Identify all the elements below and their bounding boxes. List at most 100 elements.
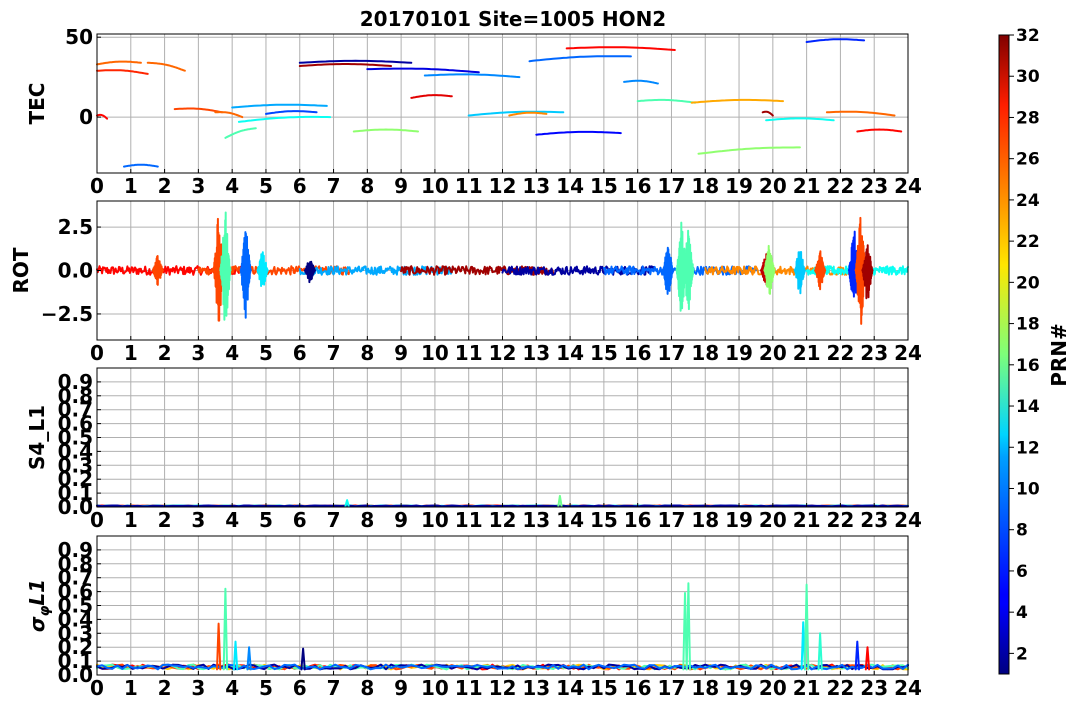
x-tick-label: 19	[725, 508, 753, 532]
rot-event-prn-26	[814, 250, 827, 291]
tec-series-prn-29	[410, 94, 453, 99]
colorbar-tick-label: 18	[1016, 315, 1040, 335]
colorbar-tick-label: 10	[1016, 479, 1040, 499]
x-tick-label: 6	[293, 676, 307, 700]
x-tick-label: 6	[293, 174, 307, 198]
panel-3: 0 1 2 3 4 5 6 7 8 9 10 11 12 13 14 15 16 17 18 19 20 21 22 23 24…	[25, 367, 922, 532]
colorbar-tick-label: 20	[1016, 273, 1040, 293]
rot-event-prn-1	[303, 260, 316, 284]
x-tick-label: 14	[556, 174, 584, 198]
x-tick-label: 5	[259, 174, 273, 198]
colorbar-tick-label: 14	[1016, 397, 1040, 417]
colorbar-tick-label: 28	[1016, 108, 1040, 128]
tec-series-prn-7	[265, 110, 318, 115]
tec-series-prn-25	[825, 110, 896, 117]
x-tick-label: 23	[860, 341, 888, 365]
x-tick-label: 16	[624, 676, 652, 700]
colorbar-tick-label: 4	[1016, 603, 1028, 623]
y-tick-label: 0.9	[58, 538, 93, 562]
x-tick-label: 7	[327, 341, 341, 365]
x-tick-label: 22	[826, 508, 854, 532]
x-tick-label: 11	[455, 508, 483, 532]
y-tick-label: 0.0	[58, 259, 93, 283]
x-tick-label: 20	[759, 174, 787, 198]
y-tick-label: 2.5	[58, 215, 93, 239]
x-tick-label: 18	[691, 508, 719, 532]
x-tick-label: 20	[759, 676, 787, 700]
x-tick-label: 8	[360, 508, 374, 532]
x-tick-label: 24	[894, 508, 922, 532]
x-tick-label: 0	[90, 341, 104, 365]
x-tick-label: 15	[590, 676, 618, 700]
tec-series-prn-13	[237, 115, 332, 123]
tec-series-prn-24	[508, 111, 548, 117]
tec-series-prn-28	[856, 128, 903, 133]
colorbar-tick-label: 24	[1016, 191, 1040, 211]
y-tick-label: 0	[79, 105, 93, 129]
y-ticks: 0.00.10.20.30.40.50.60.70.80.9	[58, 538, 101, 687]
x-tick-label: 16	[624, 508, 652, 532]
colorbar-tick-label: 16	[1016, 356, 1040, 376]
rot-event-prn-15	[682, 229, 695, 311]
x-tick-label: 22	[826, 676, 854, 700]
x-tick-label: 11	[455, 341, 483, 365]
tec-series-prn-4	[366, 67, 480, 74]
tec-series-prn-15	[224, 127, 257, 139]
spike-prn-14	[817, 632, 823, 671]
x-tick-label: 4	[225, 174, 239, 198]
x-tick-label: 17	[658, 341, 686, 365]
tec-series-prn-15	[636, 98, 697, 104]
y-axis-label: σφL1	[25, 579, 53, 632]
x-tick-label: 13	[522, 174, 550, 198]
y-tick-label: 0.9	[58, 370, 93, 394]
x-tick-label: 18	[691, 341, 719, 365]
y-axis-label: TEC	[25, 83, 49, 125]
tec-series-prn-10	[231, 103, 328, 109]
x-tick-label: 9	[394, 341, 408, 365]
x-tick-label: 2	[158, 676, 172, 700]
tec-series-prn-8	[123, 163, 159, 168]
x-tick-label: 6	[293, 341, 307, 365]
chart-title: 20170101 Site=1005 HON2	[360, 7, 666, 31]
colorbar: 2468101214161820222426283032 PRN#	[998, 26, 1071, 675]
x-tick-label: 3	[191, 341, 205, 365]
x-tick-label: 2	[158, 508, 172, 532]
x-tick-label: 19	[725, 676, 753, 700]
y-tick-label: 50	[65, 25, 93, 49]
colorbar-tick-label: 30	[1016, 67, 1040, 87]
y-ticks: 0.00.10.20.30.40.50.60.70.80.9	[58, 370, 101, 519]
x-tick-label: 8	[360, 174, 374, 198]
x-tick-label: 22	[826, 341, 854, 365]
y-ticks: 0 50	[65, 25, 101, 129]
x-tick-label: 10	[421, 341, 449, 365]
tec-series-prn-9	[623, 79, 659, 85]
x-tick-label: 1	[124, 341, 138, 365]
x-tick-label: 22	[826, 174, 854, 198]
x-tick-label: 16	[624, 174, 652, 198]
tec-series-prn-31	[298, 63, 392, 67]
x-tick-label: 1	[124, 676, 138, 700]
x-tick-label: 21	[793, 508, 821, 532]
x-tick-label: 13	[522, 508, 550, 532]
tec-series-prn-5	[535, 130, 622, 136]
x-tick-label: 18	[691, 676, 719, 700]
x-tick-label: 13	[522, 676, 550, 700]
x-tick-label: 11	[455, 174, 483, 198]
x-tick-label: 17	[658, 676, 686, 700]
x-tick-label: 19	[725, 174, 753, 198]
traces	[96, 38, 903, 168]
tec-series-prn-25	[214, 111, 244, 119]
colorbar-tick-label: 6	[1016, 562, 1028, 582]
tec-series-prn-28	[565, 46, 676, 51]
x-tick-label: 10	[421, 174, 449, 198]
x-tick-label: 15	[590, 174, 618, 198]
rot-event-prn-11	[793, 251, 806, 295]
x-tick-label: 0	[90, 174, 104, 198]
colorbar-tick-label: 22	[1016, 232, 1040, 252]
grid	[96, 34, 909, 173]
colorbar-tick-label: 26	[1016, 150, 1040, 170]
x-tick-label: 1	[124, 508, 138, 532]
x-tick-label: 5	[259, 508, 273, 532]
panel-1: 0 1 2 3 4 5 6 7 8 9 10 11 12 13 14 15 16 17 18 19 20 21 22 23 24…	[25, 25, 922, 198]
x-tick-label: 14	[556, 341, 584, 365]
